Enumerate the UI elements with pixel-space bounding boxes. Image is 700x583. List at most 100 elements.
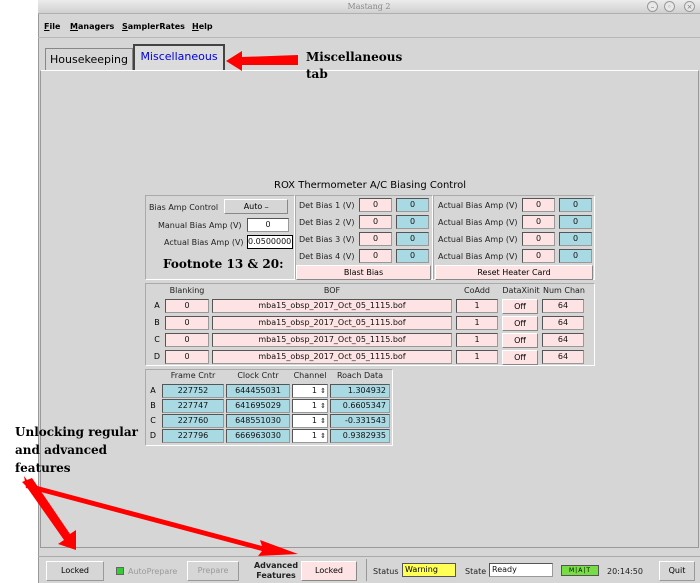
bof-file-input[interactable]: mba15_obsp_2017_Oct_05_1115.bof (212, 299, 452, 313)
menu-samplerrates[interactable]: SamplerRates (122, 20, 185, 34)
tab-miscellaneous[interactable]: Miscellaneous (133, 44, 225, 70)
divider (366, 559, 367, 581)
bof-file-input[interactable]: mba15_obsp_2017_Oct_05_1115.bof (212, 333, 452, 347)
actual-bias-amp-label: Actual Bias Amp (V) (164, 238, 244, 247)
actual-amp-input[interactable]: 0 (522, 215, 555, 229)
dataxinit-button[interactable]: Off (502, 333, 538, 348)
roach-data-value: 1.304932 (330, 384, 390, 398)
clock-cntr-value: 644455031 (226, 384, 290, 398)
det-bias-input[interactable]: 0 (359, 215, 392, 229)
coadd-input[interactable]: 1 (456, 350, 498, 364)
blast-bias-button[interactable]: Blast Bias (296, 265, 431, 280)
frame-cntr-value: 227752 (162, 384, 224, 398)
roach-data-value: 0.9382935 (330, 429, 390, 443)
actual-amp-input[interactable]: 0 (522, 232, 555, 246)
clock-time: 20:14:50 (607, 567, 643, 576)
coadd-input[interactable]: 1 (456, 299, 498, 313)
red-arrows-icon (22, 476, 298, 556)
annotation-misc-tab-line2: tab (306, 67, 328, 81)
blanking-input[interactable]: 0 (165, 333, 209, 347)
annotation-unlock-line2: and advanced (15, 443, 108, 457)
blanking-input[interactable]: 0 (165, 299, 209, 313)
roach-row-label: C (150, 416, 156, 425)
roach-data-value: 0.6605347 (330, 399, 390, 413)
tab-housekeeping[interactable]: Housekeeping (45, 48, 133, 70)
actual-bias-amp-value: 0.0500000 (247, 235, 293, 249)
det-bias-label: Det Bias 3 (V) (299, 235, 355, 244)
det-bias-input[interactable]: 0 (359, 198, 392, 212)
menu-help[interactable]: Help (192, 20, 213, 34)
menu-file[interactable]: File (44, 20, 60, 34)
numchan-input[interactable]: 64 (542, 316, 584, 330)
status-value: Warning (402, 563, 456, 577)
spinner-icon[interactable]: ⇕ (320, 400, 326, 412)
bof-file-input[interactable]: mba15_obsp_2017_Oct_05_1115.bof (212, 350, 452, 364)
actual-amp-readback: 0 (559, 198, 592, 212)
header-coadd: CoAdd (464, 286, 490, 295)
det-bias-label: Det Bias 4 (V) (299, 252, 355, 261)
det-bias-readback: 0 (396, 215, 429, 229)
roach-data-value: -0.331543 (330, 414, 390, 428)
manual-bias-amp-input[interactable]: 0 (247, 218, 289, 232)
actual-amp-label: Actual Bias Amp (V) (438, 218, 518, 227)
dropdown-icon: ⎯ (264, 203, 269, 211)
dataxinit-button[interactable]: Off (502, 350, 538, 365)
header-clock-cntr: Clock Cntr (237, 371, 279, 380)
frame-cntr-value: 227796 (162, 429, 224, 443)
header-numchan: Num Chan (542, 286, 586, 295)
spinner-icon[interactable]: ⇕ (320, 430, 326, 442)
quit-button[interactable]: Quit (659, 561, 695, 581)
header-channel: Channel (293, 371, 327, 380)
actual-amp-readback: 0 (559, 215, 592, 229)
dataxinit-button[interactable]: Off (502, 299, 538, 314)
actual-amp-label: Actual Bias Amp (V) (438, 201, 518, 210)
dataxinit-button[interactable]: Off (502, 316, 538, 331)
actual-amp-input[interactable]: 0 (522, 249, 555, 263)
channel-spinbox[interactable]: 1 ⇕ (292, 414, 328, 428)
det-bias-input[interactable]: 0 (359, 249, 392, 263)
channel-value: 1 (311, 401, 317, 410)
det-bias-readback: 0 (396, 249, 429, 263)
bof-file-input[interactable]: mba15_obsp_2017_Oct_05_1115.bof (212, 316, 452, 330)
channel-value: 1 (311, 431, 317, 440)
reset-heater-card-button[interactable]: Reset Heater Card (435, 265, 593, 280)
header-frame-cntr: Frame Cntr (170, 371, 216, 380)
state-label: State (465, 567, 487, 576)
det-bias-readback: 0 (396, 232, 429, 246)
channel-spinbox[interactable]: 1 ⇕ (292, 384, 328, 398)
bias-amp-control-select[interactable]: Auto ⎯ (224, 199, 288, 214)
annotation-footnote: Footnote 13 & 20: (163, 257, 284, 271)
menu-managers[interactable]: Managers (70, 20, 114, 34)
annotation-unlock-line1: Unlocking regular (15, 425, 138, 439)
numchan-input[interactable]: 64 (542, 299, 584, 313)
spinner-icon[interactable]: ⇕ (320, 415, 326, 427)
mat-indicator: M|A|T (561, 565, 599, 576)
roach-row-label: D (149, 431, 157, 440)
actual-amp-input[interactable]: 0 (522, 198, 555, 212)
coadd-input[interactable]: 1 (456, 333, 498, 347)
bof-row-label: D (153, 352, 161, 361)
bias-amp-control-label: Bias Amp Control (149, 203, 219, 212)
maximize-icon[interactable]: ◦ (664, 1, 675, 12)
det-bias-label: Det Bias 1 (V) (299, 201, 355, 210)
actual-amp-readback: 0 (559, 249, 592, 263)
channel-spinbox[interactable]: 1 ⇕ (292, 429, 328, 443)
header-dataxinit: DataXinit (502, 286, 540, 295)
frame-cntr-value: 227747 (162, 399, 224, 413)
channel-value: 1 (311, 416, 317, 425)
blanking-input[interactable]: 0 (165, 316, 209, 330)
minimize-icon[interactable]: – (647, 1, 658, 12)
det-bias-input[interactable]: 0 (359, 232, 392, 246)
annotation-misc-tab-line1: Miscellaneous (306, 50, 403, 64)
header-bof: BOF (323, 286, 341, 295)
blanking-input[interactable]: 0 (165, 350, 209, 364)
actual-amp-readback: 0 (559, 232, 592, 246)
coadd-input[interactable]: 1 (456, 316, 498, 330)
channel-spinbox[interactable]: 1 ⇕ (292, 399, 328, 413)
numchan-input[interactable]: 64 (542, 350, 584, 364)
clock-cntr-value: 648551030 (226, 414, 290, 428)
numchan-input[interactable]: 64 (542, 333, 584, 347)
clock-cntr-value: 666963030 (226, 429, 290, 443)
close-icon[interactable]: × (684, 1, 695, 12)
spinner-icon[interactable]: ⇕ (320, 385, 326, 397)
